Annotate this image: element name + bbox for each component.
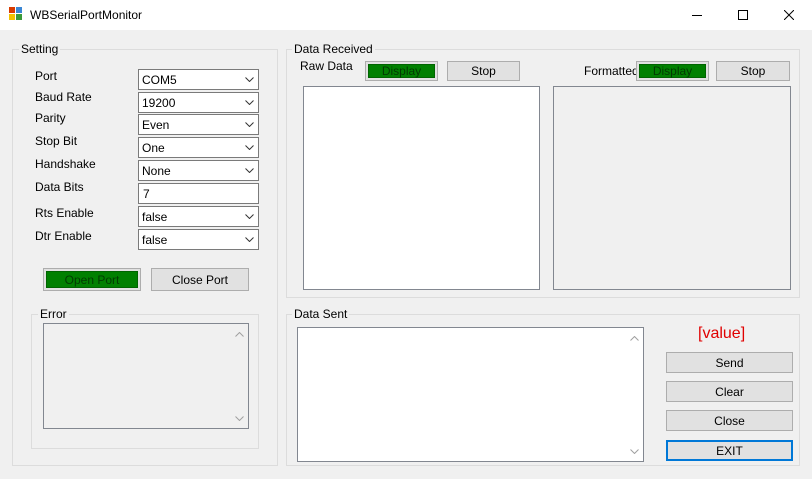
minimize-button[interactable]: [674, 0, 720, 30]
handshake-label: Handshake: [35, 157, 96, 171]
value-label: [value]: [698, 325, 746, 342]
handshake-value: None: [142, 163, 171, 178]
chevron-down-icon: [240, 230, 258, 249]
data-bits-value: 7: [143, 186, 150, 201]
formatted-label: Formatted: [584, 64, 639, 78]
error-textbox[interactable]: [43, 323, 249, 429]
parity-combo[interactable]: Even: [138, 114, 259, 135]
chevron-down-icon: [240, 207, 258, 226]
formatted-data-textbox[interactable]: [553, 86, 791, 290]
parity-label: Parity: [35, 111, 66, 125]
data-bits-label: Data Bits: [35, 180, 84, 194]
error-group-label: Error: [38, 307, 69, 321]
setting-group-label: Setting: [19, 42, 61, 56]
port-value: COM5: [142, 72, 177, 87]
handshake-combo[interactable]: None: [138, 160, 259, 181]
chevron-down-icon: [240, 93, 258, 112]
close-icon: [784, 10, 794, 20]
chevron-down-icon: [240, 138, 258, 157]
rts-enable-label: Rts Enable: [35, 206, 94, 220]
formatted-display-button[interactable]: Display: [636, 61, 709, 81]
rts-enable-combo[interactable]: false: [138, 206, 259, 227]
close-window-button[interactable]: [766, 0, 812, 30]
scroll-up-icon[interactable]: [627, 332, 641, 344]
maximize-button[interactable]: [720, 0, 766, 30]
chevron-down-icon: [240, 161, 258, 180]
data-sent-textbox[interactable]: [297, 327, 644, 462]
baud-rate-value: 19200: [142, 95, 176, 110]
data-received-group-label: Data Received: [292, 42, 375, 56]
open-port-button[interactable]: Open Port: [43, 268, 141, 291]
raw-display-label: Display: [368, 64, 435, 78]
close-port-button[interactable]: Close Port: [151, 268, 249, 291]
baud-rate-combo[interactable]: 19200: [138, 92, 259, 113]
send-button[interactable]: Send: [666, 352, 793, 373]
scroll-down-icon[interactable]: [232, 412, 246, 424]
scroll-down-icon[interactable]: [627, 445, 641, 457]
raw-data-label: Raw Data: [300, 59, 353, 73]
maximize-icon: [738, 10, 748, 20]
exit-button[interactable]: EXIT: [666, 440, 793, 461]
raw-display-button[interactable]: Display: [365, 61, 438, 81]
stop-bit-value: One: [142, 140, 165, 155]
scroll-up-icon[interactable]: [232, 328, 246, 340]
baud-rate-label: Baud Rate: [35, 90, 92, 104]
chevron-down-icon: [240, 115, 258, 134]
dtr-enable-value: false: [142, 232, 168, 247]
close-button[interactable]: Close: [666, 410, 793, 431]
data-bits-input[interactable]: 7: [138, 183, 259, 204]
minimize-icon: [692, 15, 702, 16]
chevron-down-icon: [240, 70, 258, 89]
dtr-enable-label: Dtr Enable: [35, 229, 92, 243]
data-sent-group-label: Data Sent: [292, 307, 350, 321]
stop-bit-label: Stop Bit: [35, 134, 78, 148]
clear-button[interactable]: Clear: [666, 381, 793, 402]
port-label: Port: [35, 69, 58, 83]
window-title: WBSerialPortMonitor: [30, 8, 143, 22]
raw-stop-button[interactable]: Stop: [447, 61, 520, 81]
raw-data-textbox[interactable]: [303, 86, 540, 290]
app-icon: [9, 7, 23, 21]
rts-enable-value: false: [142, 209, 168, 224]
open-port-label: Open Port: [46, 271, 138, 288]
formatted-display-label: Display: [639, 64, 706, 78]
port-combo[interactable]: COM5: [138, 69, 259, 90]
formatted-stop-button[interactable]: Stop: [716, 61, 790, 81]
stop-bit-combo[interactable]: One: [138, 137, 259, 158]
parity-value: Even: [142, 117, 170, 132]
dtr-enable-combo[interactable]: false: [138, 229, 259, 250]
